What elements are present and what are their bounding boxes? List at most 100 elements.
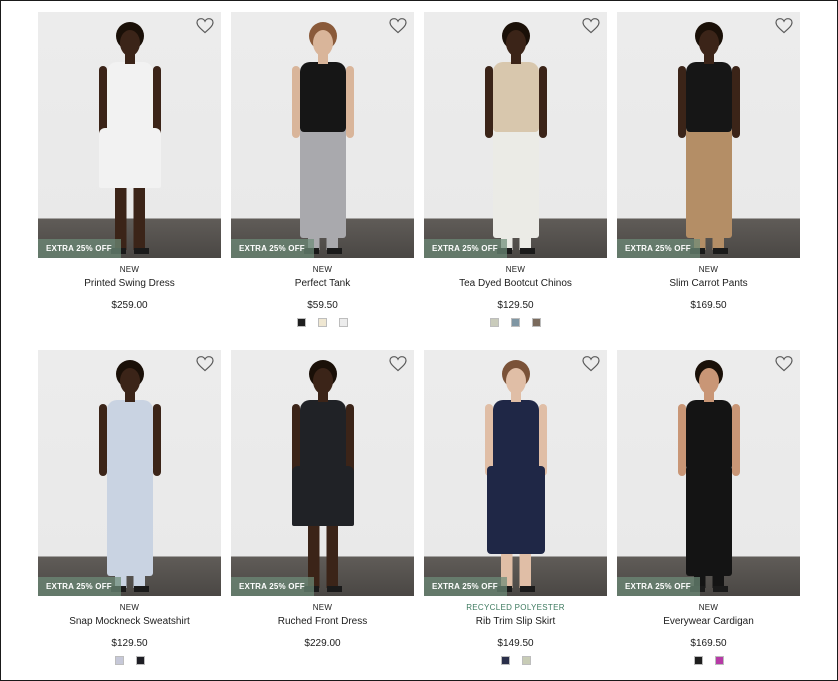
product-image[interactable]: EXTRA 25% OFF [38, 12, 221, 258]
color-swatches [617, 656, 800, 666]
product-card[interactable]: EXTRA 25% OFF NEW Slim Carrot Pants $169… [617, 12, 800, 329]
model-top [299, 400, 346, 470]
color-swatches [38, 656, 221, 666]
product-price: $129.50 [111, 638, 148, 649]
model-head [119, 368, 140, 394]
product-badge: NEW [119, 603, 140, 612]
model-top [106, 62, 153, 132]
color-swatch[interactable] [693, 656, 703, 665]
model-head [312, 30, 333, 56]
heart-icon[interactable] [389, 356, 407, 372]
color-swatch[interactable] [714, 656, 724, 665]
product-card[interactable]: EXTRA 25% OFF NEW Snap Mockneck Sweatshi… [38, 350, 221, 667]
heart-icon[interactable] [582, 18, 600, 34]
product-card[interactable]: EXTRA 25% OFF NEW Ruched Front Dress $22… [231, 350, 414, 667]
model-arm [731, 66, 740, 138]
model-bottom [486, 466, 545, 554]
product-name[interactable]: Everywear Cardigan [617, 616, 800, 627]
product-card[interactable]: EXTRA 25% OFF NEW Everywear Cardigan $16… [617, 350, 800, 667]
model-bottom [299, 128, 346, 238]
promo-label: EXTRA 25% OFF [231, 577, 314, 596]
promo-label: EXTRA 25% OFF [424, 577, 507, 596]
product-badge: NEW [119, 265, 140, 274]
product-image[interactable]: EXTRA 25% OFF [424, 350, 607, 596]
model-figure [664, 360, 754, 596]
color-swatch[interactable] [490, 318, 499, 327]
product-name[interactable]: Snap Mockneck Sweatshirt [38, 616, 221, 627]
product-badge: NEW [312, 265, 333, 274]
model-top [106, 400, 153, 470]
model-head [312, 368, 333, 394]
product-badge: NEW [698, 603, 719, 612]
model-bottom [98, 128, 161, 188]
model-top [685, 400, 732, 470]
model-arm [98, 404, 107, 476]
promo-label: EXTRA 25% OFF [38, 577, 121, 596]
product-price: $169.50 [690, 638, 727, 649]
product-name[interactable]: Rib Trim Slip Skirt [424, 616, 607, 627]
heart-icon[interactable] [196, 356, 214, 372]
product-name[interactable]: Printed Swing Dress [38, 278, 221, 289]
product-image[interactable]: EXTRA 25% OFF [617, 350, 800, 596]
product-card[interactable]: EXTRA 25% OFF NEW Perfect Tank $59.50 [231, 12, 414, 329]
model-head [505, 30, 526, 56]
product-card[interactable]: EXTRA 25% OFF RECYCLED POLYESTER Rib Tri… [424, 350, 607, 667]
heart-icon[interactable] [389, 18, 407, 34]
color-swatch[interactable] [521, 656, 531, 665]
product-name[interactable]: Slim Carrot Pants [617, 278, 800, 289]
color-swatch[interactable] [532, 318, 541, 327]
model-figure [664, 22, 754, 258]
product-name[interactable]: Tea Dyed Bootcut Chinos [424, 278, 607, 289]
model-arm [152, 404, 161, 476]
product-price: $259.00 [111, 300, 148, 311]
product-image[interactable]: EXTRA 25% OFF [617, 12, 800, 258]
model-arm [677, 66, 686, 138]
model-figure [85, 22, 175, 258]
model-head [505, 368, 526, 394]
product-image[interactable]: EXTRA 25% OFF [231, 12, 414, 258]
heart-icon[interactable] [582, 356, 600, 372]
model-head [698, 368, 719, 394]
color-swatch[interactable] [511, 318, 520, 327]
product-badge: NEW [505, 265, 526, 274]
model-figure [471, 22, 561, 258]
model-bottom [291, 466, 354, 526]
product-price: $169.50 [690, 300, 727, 311]
product-image[interactable]: EXTRA 25% OFF [231, 350, 414, 596]
color-swatch[interactable] [114, 656, 124, 665]
product-price: $129.50 [497, 300, 534, 311]
color-swatch[interactable] [135, 656, 145, 665]
model-head [119, 30, 140, 56]
color-swatch[interactable] [318, 318, 327, 327]
color-swatch[interactable] [297, 318, 306, 327]
promo-label: EXTRA 25% OFF [617, 577, 700, 596]
promo-label: EXTRA 25% OFF [424, 239, 507, 258]
product-name[interactable]: Perfect Tank [231, 278, 414, 289]
product-price: $149.50 [497, 638, 534, 649]
model-bottom [685, 466, 732, 576]
color-swatches [617, 318, 800, 328]
model-top [299, 62, 346, 132]
product-card[interactable]: EXTRA 25% OFF NEW Tea Dyed Bootcut Chino… [424, 12, 607, 329]
model-top [492, 62, 539, 132]
product-grid: EXTRA 25% OFF NEW Printed Swing Dress $2… [38, 12, 800, 667]
model-arm [731, 404, 740, 476]
color-swatch[interactable] [339, 318, 348, 327]
heart-icon[interactable] [775, 356, 793, 372]
promo-label: EXTRA 25% OFF [231, 239, 314, 258]
heart-icon[interactable] [775, 18, 793, 34]
color-swatch[interactable] [500, 656, 510, 665]
heart-icon[interactable] [196, 18, 214, 34]
product-card[interactable]: EXTRA 25% OFF NEW Printed Swing Dress $2… [38, 12, 221, 329]
product-name[interactable]: Ruched Front Dress [231, 616, 414, 627]
model-arm [291, 66, 300, 138]
model-bottom [106, 466, 153, 576]
product-badge: RECYCLED POLYESTER [466, 603, 565, 612]
product-image[interactable]: EXTRA 25% OFF [38, 350, 221, 596]
model-figure [471, 360, 561, 596]
product-image[interactable]: EXTRA 25% OFF [424, 12, 607, 258]
model-top [492, 400, 539, 470]
promo-label: EXTRA 25% OFF [38, 239, 121, 258]
model-top [685, 62, 732, 132]
model-figure [85, 360, 175, 596]
